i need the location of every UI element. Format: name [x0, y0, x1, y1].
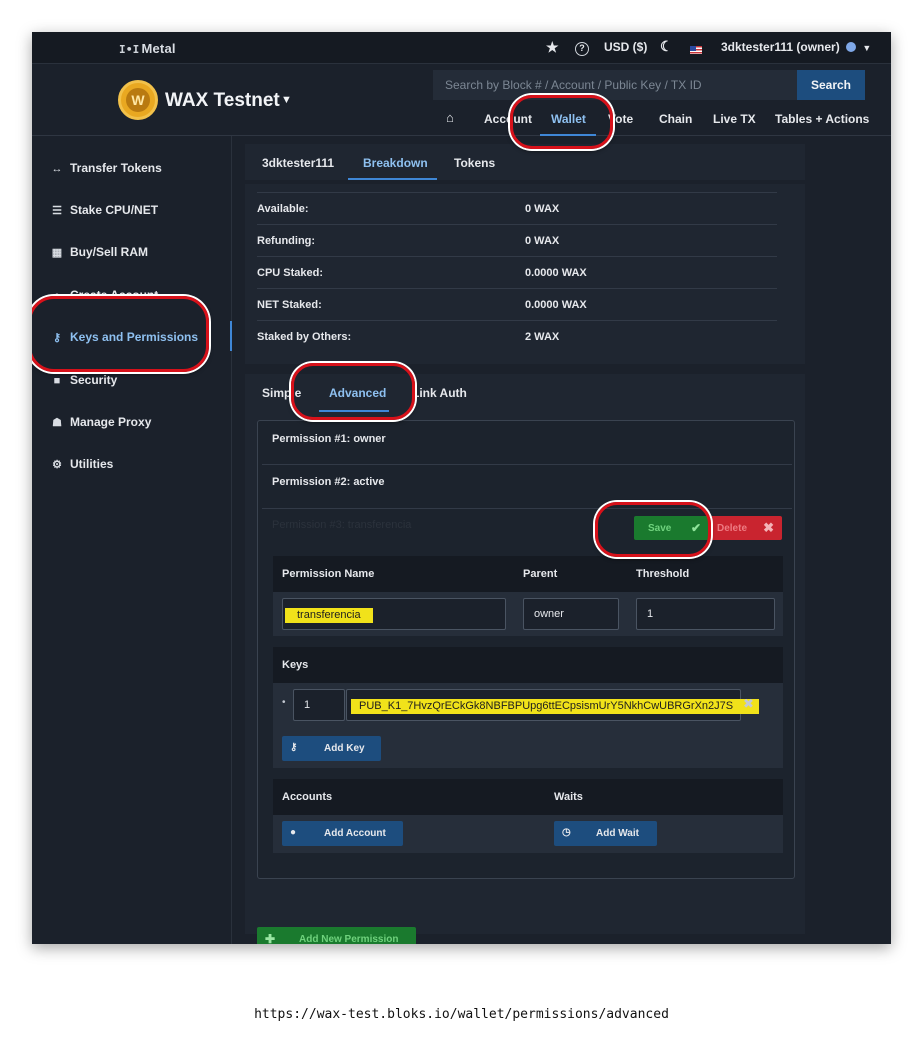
network-title[interactable]: WAX Testnet: [165, 90, 280, 112]
check-icon: ✔: [690, 521, 701, 535]
chevron-down-icon: ▼: [862, 43, 872, 53]
keys-header: Keys: [273, 647, 783, 683]
permission-active-header[interactable]: Permission #2: active: [272, 476, 385, 488]
permission-list: Permission #1: owner Permission #2: acti…: [257, 420, 795, 879]
permission-name-input[interactable]: transferencia: [282, 598, 506, 630]
memory-icon: ▦: [51, 247, 63, 259]
help-icon[interactable]: ?: [575, 40, 589, 56]
nav-tables-actions[interactable]: Tables + Actions: [775, 112, 869, 126]
key-icon: ⚷: [290, 742, 298, 753]
us-flag-icon[interactable]: [690, 42, 702, 56]
nav-live-tx[interactable]: Live TX: [713, 112, 756, 126]
keys-body: • PUB_K1_7HvzQrECkGk8NBFBPUpg6ttECpsismU…: [273, 683, 783, 768]
tab-active-indicator: [348, 178, 437, 180]
header: W WAX Testnet ▼ Search ⌂ Account Wallet …: [32, 64, 891, 136]
sidebar-active-indicator: [230, 321, 232, 351]
key-weight-input[interactable]: [293, 689, 345, 721]
sidebar-item-transfer-tokens[interactable]: ↔ Transfer Tokens: [50, 160, 162, 176]
screenshot-frame: I•I Metal ★ ? USD ($) ☾ 3dktester111 (own…: [32, 32, 891, 944]
add-key-button[interactable]: ⚷ Add Key: [282, 736, 381, 761]
col-permission-name: Permission Name: [282, 568, 375, 580]
sidebar-item-ram[interactable]: ▦ Buy/Sell RAM: [50, 244, 148, 260]
breakdown-row: Refunding: 0 WAX: [257, 224, 777, 256]
breakdown-row: Staked by Others: 2 WAX: [257, 320, 777, 352]
wax-logo-icon[interactable]: W: [118, 80, 158, 120]
balance-breakdown: Available: 0 WAX Refunding: 0 WAX CPU Stak…: [245, 184, 805, 364]
caret-down-icon[interactable]: ▼: [281, 94, 292, 106]
accounts-waits-header: Accounts Waits: [273, 779, 783, 815]
search-button[interactable]: Search: [797, 70, 865, 100]
delete-button[interactable]: Delete ✖: [709, 516, 782, 540]
accounts-waits-body: ● Add Account ◷ Add Wait: [273, 815, 783, 853]
home-icon[interactable]: ⌂: [446, 110, 454, 125]
account-menu[interactable]: 3dktester111 (owner) ▼: [721, 40, 871, 54]
waits-title: Waits: [554, 791, 583, 803]
server-icon: ☰: [52, 205, 62, 217]
divider: [262, 508, 792, 509]
wax-chain-icon: [846, 42, 857, 52]
remove-key-icon[interactable]: ✖: [743, 696, 754, 712]
user-icon: ●: [290, 827, 297, 838]
star-icon[interactable]: ★: [546, 39, 559, 56]
parent-input[interactable]: [523, 598, 619, 630]
tab-active-indicator: [319, 410, 389, 412]
tab-tokens[interactable]: Tokens: [454, 156, 495, 170]
sidebar-item-utilities[interactable]: ⚙ Utilities: [50, 456, 113, 472]
tab-link-auth[interactable]: Link Auth: [412, 386, 467, 400]
threshold-input[interactable]: [636, 598, 775, 630]
add-new-permission-button[interactable]: ✚ Add New Permission: [257, 927, 416, 944]
col-threshold: Threshold: [636, 568, 690, 580]
close-icon: ✖: [763, 520, 774, 535]
tab-breakdown[interactable]: Breakdown: [363, 156, 428, 170]
breakdown-row: CPU Staked: 0.0000 WAX: [257, 256, 777, 288]
lock-icon: ■: [53, 375, 61, 387]
currency-selector[interactable]: USD ($): [604, 40, 647, 54]
top-bar: I•I Metal ★ ? USD ($) ☾ 3dktester111 (own…: [32, 32, 891, 64]
sidebar-item-stake[interactable]: ☰ Stake CPU/NET: [50, 202, 158, 218]
add-wait-button[interactable]: ◷ Add Wait: [554, 821, 657, 846]
save-button[interactable]: Save ✔: [634, 516, 709, 540]
tab-account-name[interactable]: 3dktester111: [262, 156, 334, 170]
user-icon: ●: [53, 290, 61, 302]
nav-account[interactable]: Account: [484, 112, 532, 126]
page-url: https://wax-test.bloks.io/wallet/permiss…: [254, 1007, 669, 1022]
sidebar-item-manage-proxy[interactable]: ☗ Manage Proxy: [50, 414, 151, 430]
nav-wallet[interactable]: Wallet: [551, 112, 586, 126]
account-tabs: 3dktester111 Breakdown Tokens: [245, 144, 805, 180]
breakdown-row: NET Staked: 0.0000 WAX: [257, 288, 777, 320]
sidebar-item-create-account[interactable]: ● Create Account: [50, 287, 159, 303]
permission-fields-header: Permission Name Parent Threshold: [273, 556, 783, 592]
tab-advanced[interactable]: Advanced: [329, 386, 386, 400]
brand-logo[interactable]: I•I Metal: [119, 41, 176, 56]
add-account-button[interactable]: ● Add Account: [282, 821, 403, 846]
permission-transferencia-header[interactable]: Permission #3: transferencia: [272, 519, 411, 531]
permissions-panel: Simple Advanced Link Auth Permission #1:…: [245, 374, 805, 944]
breakdown-row: Available: 0 WAX: [257, 192, 777, 224]
arrows-icon: ↔: [51, 163, 63, 175]
bars-logo-icon: I•I: [119, 43, 140, 56]
clock-icon: ◷: [562, 827, 571, 838]
accounts-title: Accounts: [282, 791, 333, 803]
col-parent: Parent: [523, 568, 558, 580]
drag-handle[interactable]: •: [282, 697, 286, 708]
nav-active-indicator: [540, 134, 596, 136]
keys-title: Keys: [282, 659, 309, 671]
search-input[interactable]: [433, 70, 797, 100]
permission-fields: transferencia: [273, 592, 783, 636]
permission-owner-header[interactable]: Permission #1: owner: [272, 433, 386, 445]
sidebar-item-keys-permissions[interactable]: ⚷ Keys and Permissions: [50, 329, 198, 345]
nav-chain[interactable]: Chain: [659, 112, 692, 126]
gear-icon: ⚙: [52, 459, 62, 471]
sidebar: ↔ Transfer Tokens ☰ Stake CPU/NET ▦ Buy/Sel…: [32, 136, 232, 944]
public-key-input[interactable]: PUB_K1_7HvzQrECkGk8NBFBPUpg6ttECpsismUrY…: [346, 689, 760, 721]
sidebar-item-security[interactable]: ■ Security: [50, 372, 118, 388]
plus-icon: ✚: [265, 932, 276, 944]
key-icon: ⚷: [52, 332, 62, 344]
divider: [262, 464, 792, 465]
moon-icon[interactable]: ☾: [660, 38, 673, 55]
tab-simple[interactable]: Simple: [262, 386, 301, 400]
users-icon: ☗: [52, 417, 62, 429]
nav-vote[interactable]: Vote: [608, 112, 633, 126]
